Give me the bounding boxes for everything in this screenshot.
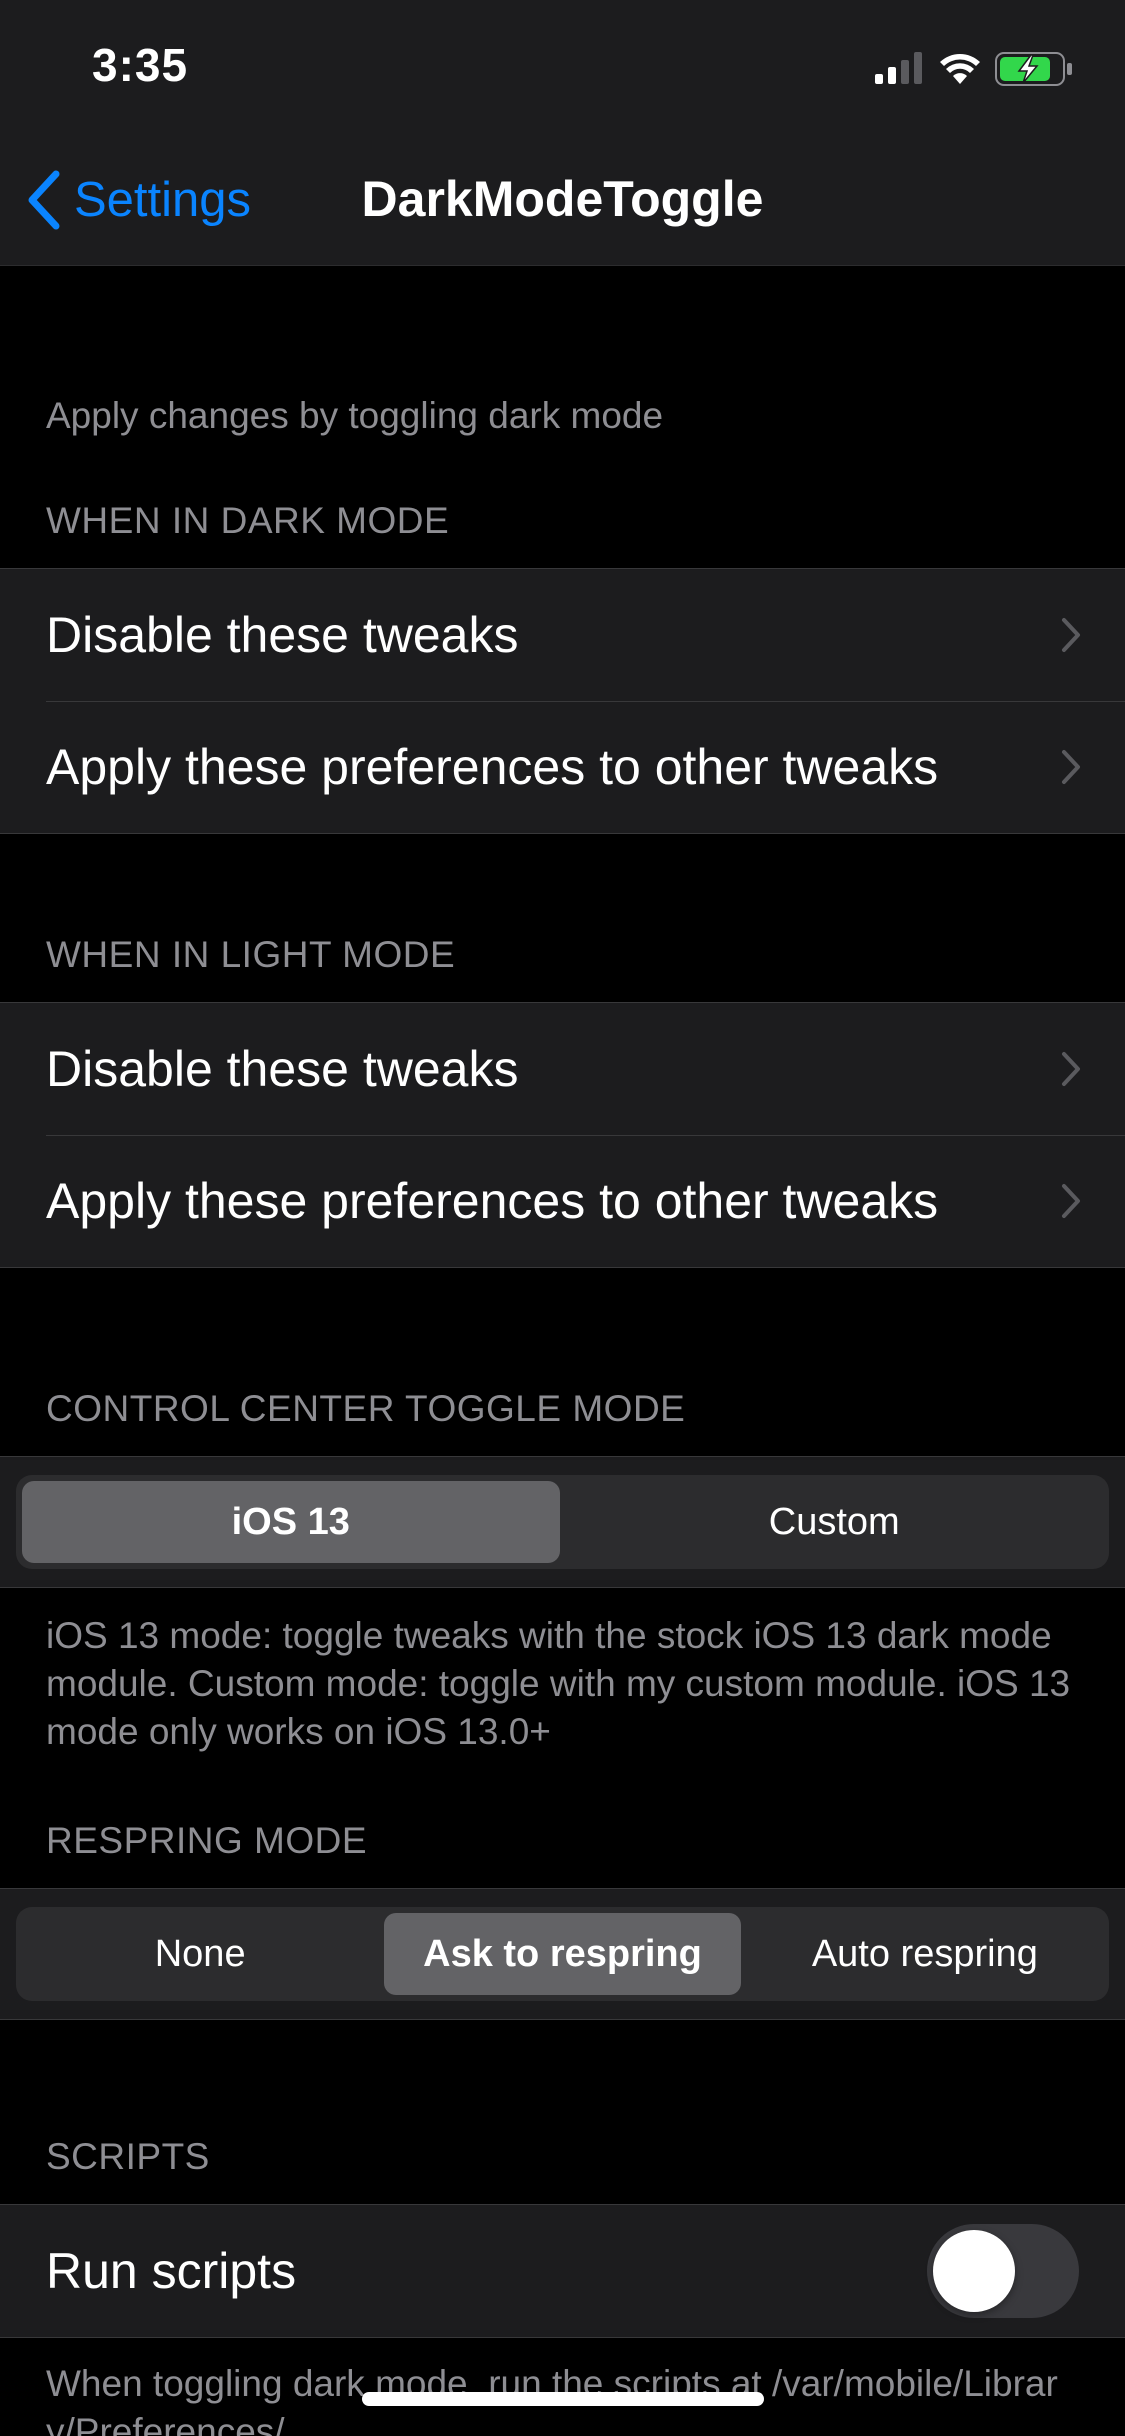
navigation-bar: Settings DarkModeToggle (0, 132, 1125, 266)
toggle-knob (933, 2230, 1015, 2312)
chevron-right-icon (1062, 1052, 1080, 1086)
segment-ask-to-respring[interactable]: Ask to respring (384, 1913, 741, 1995)
section-header-light-mode: WHEN IN LIGHT MODE (46, 934, 456, 975)
respring-mode-segmented-control: None Ask to respring Auto respring (16, 1907, 1109, 2001)
dark-disable-tweaks-cell[interactable]: Disable these tweaks (0, 569, 1125, 701)
scripts-group: Run scripts (0, 2204, 1125, 2338)
status-icons (875, 48, 1085, 88)
cell-label: Apply these preferences to other tweaks (46, 739, 939, 795)
status-time: 3:35 (92, 39, 189, 91)
cell-label: Run scripts (46, 2243, 297, 2299)
segment-custom[interactable]: Custom (566, 1481, 1104, 1563)
status-bar: 3:35 (0, 0, 1125, 132)
dark-mode-group: Disable these tweaks Apply these prefere… (0, 568, 1125, 834)
home-indicator (362, 2392, 764, 2406)
section-header-respring-mode: RESPRING MODE (46, 1820, 368, 1861)
intro-text: Apply changes by toggling dark mode (46, 395, 664, 436)
light-disable-tweaks-cell[interactable]: Disable these tweaks (0, 1003, 1125, 1135)
segment-none[interactable]: None (22, 1913, 378, 1995)
settings-content: Apply changes by toggling dark mode WHEN… (0, 266, 1125, 2436)
cc-toggle-mode-row: iOS 13 Custom (0, 1456, 1125, 1588)
respring-mode-row: None Ask to respring Auto respring (0, 1888, 1125, 2020)
run-scripts-cell: Run scripts (0, 2205, 1125, 2337)
section-header-cc-toggle-mode: CONTROL CENTER TOGGLE MODE (46, 1388, 686, 1429)
light-mode-group: Disable these tweaks Apply these prefere… (0, 1002, 1125, 1268)
cell-label: Disable these tweaks (46, 1041, 519, 1097)
page-title: DarkModeToggle (361, 171, 764, 227)
run-scripts-toggle[interactable] (927, 2224, 1079, 2318)
cc-toggle-mode-segmented-control: iOS 13 Custom (16, 1475, 1109, 1569)
cell-label: Apply these preferences to other tweaks (46, 1173, 939, 1229)
section-header-dark-mode: WHEN IN DARK MODE (46, 500, 450, 541)
battery-charging-icon (995, 52, 1072, 86)
segment-ios13[interactable]: iOS 13 (22, 1481, 560, 1563)
light-apply-preferences-cell[interactable]: Apply these preferences to other tweaks (0, 1135, 1125, 1267)
chevron-right-icon (1062, 1184, 1080, 1218)
cc-toggle-mode-footer: iOS 13 mode: toggle tweaks with the stoc… (46, 1615, 1071, 1752)
chevron-right-icon (1062, 750, 1080, 784)
segment-auto-respring[interactable]: Auto respring (747, 1913, 1103, 1995)
dark-apply-preferences-cell[interactable]: Apply these preferences to other tweaks (0, 701, 1125, 833)
cell-label: Disable these tweaks (46, 607, 519, 663)
chevron-right-icon (1062, 618, 1080, 652)
wifi-icon (940, 54, 980, 84)
cellular-signal-icon (875, 52, 922, 84)
section-header-scripts: SCRIPTS (46, 2136, 210, 2177)
